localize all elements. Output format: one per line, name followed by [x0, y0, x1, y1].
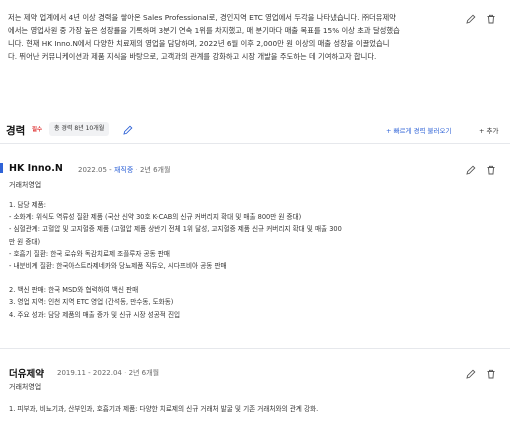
job-role: 거래처영업: [9, 383, 42, 391]
intro-line: 니다. 현재 HK Inno.N에서 다양한 치료제의 영업을 담당하며, 20…: [8, 39, 390, 48]
job-role: 거래처영업: [9, 181, 42, 189]
intro-line: 에서는 영업사원 중 가장 높은 성장률을 기록하며 3분기 연속 1위를 차지…: [8, 26, 400, 35]
period: 2022.05 - 재직중 · 2년 6개월: [78, 166, 171, 174]
period: 2019.11 - 2022.04 · 2년 6개월: [57, 369, 160, 377]
experience-description: 1. 담당 제품: - 소화계: 위식도 역류성 질환 제품 (국산 신약 30…: [9, 199, 409, 321]
period-start: 2019.11 - 2022.04: [57, 369, 122, 377]
total-career-badge: 총 경력 8년 10개월: [49, 122, 110, 136]
description-line: 2. 백신 판매: 한국 MSD와 협력하여 백신 판매: [9, 286, 139, 295]
description-line: 1. 피부과, 비뇨기과, 산부인과, 호흡기과 제품: 다양한 치료제의 신규…: [9, 405, 319, 413]
intro-text: 저는 제약 업계에서 4년 이상 경력을 쌓아온 Sales Professio…: [8, 11, 448, 63]
intro-line: 저는 제약 업계에서 4년 이상 경력을 쌓아온 Sales Professio…: [8, 13, 396, 22]
description-line: - 소화계: 위식도 역류성 질환 제품 (국산 신약 30호 K-CAB의 신…: [9, 213, 302, 222]
divider: [0, 348, 510, 349]
section-title: 경력: [6, 125, 26, 137]
description-line: 만 원 증대): [9, 237, 41, 246]
company-name: 더유제약: [9, 369, 44, 380]
add-career-button[interactable]: + 추가: [479, 125, 498, 135]
description-line: 3. 영업 지역: 인천 지역 ETC 영업 (간석동, 만수동, 도화동): [9, 298, 174, 307]
active-indicator: [0, 163, 3, 173]
description-line: [9, 272, 409, 284]
divider: [0, 143, 510, 144]
total-career-label: 총 경력 8년 10개월: [54, 125, 105, 132]
duration: 2년 6개월: [139, 166, 171, 174]
trash-icon[interactable]: [485, 164, 497, 176]
description-line: - 심혈관계: 고혈압 및 고지혈증 제품 (고혈압 제품 상반기 전체 1위 …: [9, 225, 342, 234]
trash-icon[interactable]: [485, 368, 497, 380]
pencil-icon[interactable]: [465, 368, 477, 380]
company-name: HK Inno.N: [9, 163, 63, 174]
description-line: - 호흡기 질환: 한국 로슈와 독감치료제 조플루자 공동 판매: [9, 249, 170, 258]
duration: 2년 6개월: [128, 369, 160, 377]
pencil-icon[interactable]: [122, 124, 134, 136]
period-start: 2022.05 -: [78, 166, 112, 174]
experience-description: 1. 피부과, 비뇨기과, 산부인과, 호흡기과 제품: 다양한 치료제의 신규…: [9, 403, 409, 415]
description-line: 1. 담당 제품:: [9, 201, 46, 209]
description-line: 4. 주요 성과: 담당 제품의 매출 증가 및 신규 시장 성공적 진입: [9, 310, 181, 319]
description-line: - 내분비계 질환: 한국아스트라제네카와 당뇨제품 직듀오, 시다프비아 공동…: [9, 262, 227, 271]
pencil-icon[interactable]: [465, 164, 477, 176]
career-section-header: 경력 필수 총 경력 8년 10개월 + 빠르게 경력 불러오기 + 추가: [6, 121, 504, 139]
trash-icon[interactable]: [485, 13, 497, 25]
current-status: 재직중: [113, 166, 134, 174]
intro-line: 다. 뛰어난 커뮤니케이션과 제품 지식을 바탕으로, 고객과의 관계를 강화하…: [8, 52, 377, 61]
pencil-icon[interactable]: [465, 13, 477, 25]
fetch-career-button[interactable]: + 빠르게 경력 불러오기: [386, 125, 451, 135]
required-badge: 필수: [32, 127, 43, 133]
